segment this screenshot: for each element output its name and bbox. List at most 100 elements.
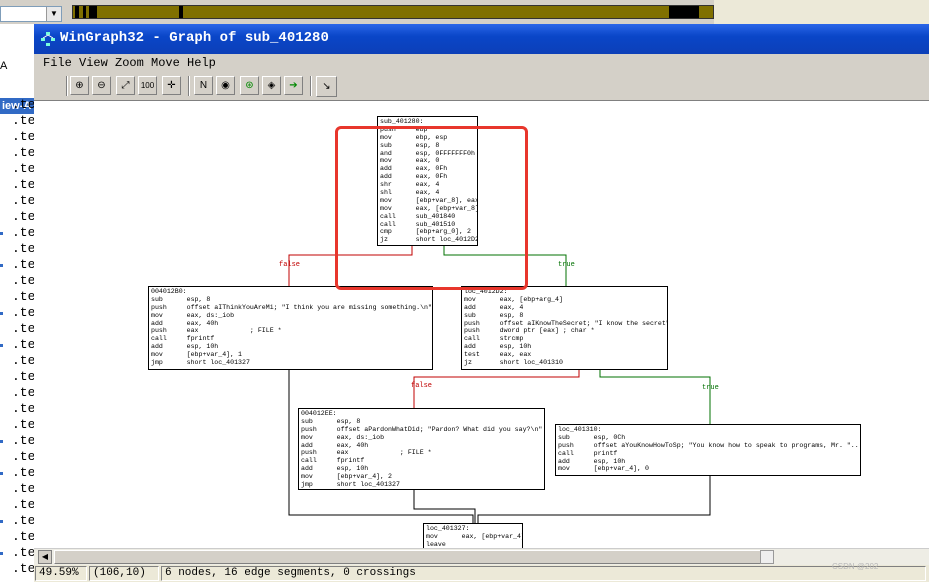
background-code-row[interactable]: .te	[12, 177, 35, 192]
title-bar[interactable]: WinGraph32 - Graph of sub_401280	[34, 24, 929, 54]
code-line: push offset aIThinkYouAreMi; "I think yo…	[151, 303, 432, 311]
background-code-row[interactable]: .te	[12, 513, 35, 528]
background-code-row[interactable]: .te	[12, 497, 35, 512]
graph-canvas[interactable]: false true false true sub_401280: push eb…	[34, 100, 929, 549]
background-disassembly-panel: A iew-A .te .te .te .te .te .te .te .te .te .te .t…	[0, 24, 36, 582]
code-line: call fprintf	[151, 335, 215, 343]
code-line: mov eax, ds:_iob	[301, 433, 385, 441]
code-line: loc_401310:	[558, 426, 602, 433]
chevron-down-icon[interactable]: ▼	[46, 7, 61, 21]
background-code-row[interactable]: .te	[12, 321, 35, 336]
scroll-thumb[interactable]	[54, 550, 774, 564]
menu-zoom[interactable]: Zoom	[115, 56, 144, 70]
background-code-row[interactable]: .te	[12, 241, 35, 256]
code-line: test eax, eax	[464, 351, 532, 359]
background-code-row[interactable]: .te	[12, 449, 35, 464]
code-line: push dword ptr [eax] ; char *	[464, 327, 595, 335]
background-code-row[interactable]: .te	[12, 465, 35, 480]
status-zoom: 49.59%	[35, 566, 87, 581]
edge	[413, 490, 476, 523]
background-code-row[interactable]: .te	[12, 385, 35, 400]
arrow-right-icon[interactable]: ➔	[284, 76, 303, 95]
scroll-left-icon[interactable]: ◀	[38, 550, 52, 564]
center-icon[interactable]: ✛	[162, 76, 181, 95]
graph-app-icon	[41, 32, 55, 46]
menu-bar: File View Zoom Move Help	[34, 54, 929, 72]
code-line: mov [ebp+var_4], 1	[151, 351, 243, 359]
code-line: call strcmp	[464, 335, 524, 343]
status-bar: 49.59% (106,10) 6 nodes, 16 edge segment…	[34, 565, 929, 582]
background-code-row[interactable]: .te	[12, 305, 35, 320]
code-line: push eax ; FILE *	[301, 449, 432, 457]
edge-label-false: false	[411, 382, 433, 390]
breakpoint-dot-icon	[0, 344, 3, 347]
background-combo[interactable]: ▼	[0, 6, 62, 22]
graph-node-loc-4012d2[interactable]: loc_4012D2: mov eax, [ebp+arg_4] add eax, …	[461, 286, 668, 370]
background-code-row[interactable]: .te	[12, 129, 35, 144]
toolbar: ⊕ ⊖ ⤢ 100 ✛ N ◉ ⊛ ◈ ➔ ↘	[34, 73, 929, 99]
fisheye-icon[interactable]: ◈	[262, 76, 281, 95]
overview-icon[interactable]: ◉	[216, 76, 235, 95]
scroll-track-end[interactable]	[760, 550, 774, 564]
cursor-icon[interactable]: ↘	[316, 76, 337, 97]
menu-file[interactable]: File	[43, 56, 72, 70]
background-code-row[interactable]: .te	[12, 145, 35, 160]
code-line: sub esp, 8	[464, 311, 524, 319]
code-line: add eax, 40h	[151, 319, 219, 327]
code-line: sub esp, 8	[301, 417, 361, 425]
background-code-row[interactable]: .te	[12, 401, 35, 416]
background-code-row[interactable]: .te	[12, 561, 35, 576]
wingraph-window: WinGraph32 - Graph of sub_401280 File Vi…	[34, 24, 929, 582]
code-line: add eax, 40h	[301, 441, 369, 449]
highlight-box	[335, 126, 528, 290]
code-line: add esp, 10h	[301, 465, 369, 473]
graph-node-4012b0[interactable]: 004012B0: sub esp, 8 push offset aIThinkYo…	[148, 286, 433, 370]
background-panel-right	[714, 0, 929, 24]
background-code-row[interactable]: .te	[12, 353, 35, 368]
background-code-row[interactable]: .te	[12, 161, 35, 176]
horizontal-scrollbar[interactable]: ◀	[34, 548, 929, 565]
code-line: jmp short loc_401327	[301, 481, 400, 489]
breakpoint-dot-icon	[0, 312, 3, 315]
code-line: sub esp, 0Ch	[558, 433, 626, 441]
background-code-row[interactable]: .te	[12, 273, 35, 288]
background-code-row[interactable]: .te	[12, 545, 35, 560]
background-code-row[interactable]: .te	[12, 433, 35, 448]
layout-icon[interactable]: N	[194, 76, 213, 95]
pan-icon[interactable]: ⊛	[240, 76, 259, 95]
graph-node-4012ee[interactable]: 004012EE: sub esp, 8 push offset aPardonWh…	[298, 408, 545, 490]
zoom-in-icon[interactable]: ⊕	[70, 76, 89, 95]
code-line: add eax, 4	[464, 303, 524, 311]
watermark: CSDN @202	[832, 562, 879, 571]
code-line: push eax ; FILE *	[151, 327, 282, 335]
zoom-100-icon[interactable]: 100	[138, 76, 157, 95]
fit-window-icon[interactable]: ⤢	[116, 76, 135, 95]
background-code-row[interactable]: .te	[12, 337, 35, 352]
background-code-row[interactable]: .te	[12, 369, 35, 384]
background-code-row[interactable]: .te	[12, 225, 35, 240]
window-title: WinGraph32 - Graph of sub_401280	[60, 30, 329, 46]
background-code-row[interactable]: .te	[12, 257, 35, 272]
code-line: call fprintf	[301, 457, 365, 465]
background-code-row[interactable]: .te	[12, 209, 35, 224]
code-line: sub_401280:	[380, 118, 424, 125]
background-code-row[interactable]: .te	[12, 97, 35, 112]
graph-node-loc-401327[interactable]: loc_401327: mov eax, [ebp+var_4] leave	[423, 523, 523, 549]
code-line: add esp, 10h	[151, 343, 219, 351]
menu-help[interactable]: Help	[187, 56, 216, 70]
zoom-out-icon[interactable]: ⊖	[92, 76, 111, 95]
graph-node-loc-401310[interactable]: loc_401310: sub esp, 0Ch push offset aYouK…	[555, 424, 861, 476]
background-code-row[interactable]: .te	[12, 529, 35, 544]
background-code-row[interactable]: .te	[12, 481, 35, 496]
menu-move[interactable]: Move	[151, 56, 180, 70]
menu-view[interactable]: View	[79, 56, 108, 70]
background-code-row[interactable]: .te	[12, 417, 35, 432]
background-code-row[interactable]: .te	[12, 193, 35, 208]
background-code-row[interactable]: .te	[12, 289, 35, 304]
code-line: mov [ebp+var_4], 0	[558, 465, 650, 473]
background-code-row[interactable]: .te	[12, 113, 35, 128]
navigation-band[interactable]	[72, 5, 714, 19]
breakpoint-dot-icon	[0, 472, 3, 475]
edge-label-true: true	[702, 384, 719, 392]
code-line: jmp short loc_401327	[151, 359, 250, 367]
